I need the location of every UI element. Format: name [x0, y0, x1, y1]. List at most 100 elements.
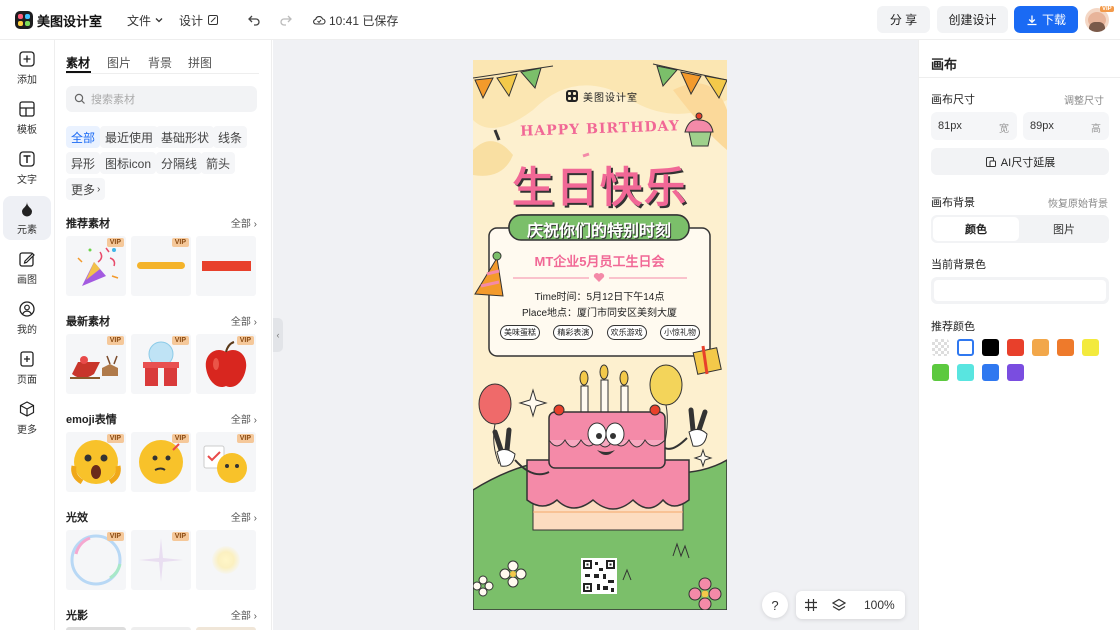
see-all-link[interactable]: 全部 › — [231, 509, 257, 524]
poster-tag[interactable]: 欢乐游戏 — [606, 325, 647, 340]
asset-thumb-glow[interactable] — [196, 530, 256, 590]
adjust-size-link[interactable]: 调整尺寸 — [1064, 92, 1104, 107]
cloud-icon — [313, 16, 326, 25]
file-menu[interactable]: 文件 — [127, 0, 164, 40]
shapes-icon — [22, 202, 32, 217]
poster-tag[interactable]: 小惊礼物 — [659, 325, 700, 340]
grid-icon[interactable] — [804, 598, 818, 612]
swatch-yellow[interactable] — [1082, 339, 1099, 356]
see-all-link[interactable]: 全部 › — [231, 215, 257, 230]
poster-brand[interactable]: 美图设计室 — [583, 89, 638, 104]
create-design-button[interactable]: 创建设计 — [937, 6, 1008, 33]
asset-thumb-emoji-thinking[interactable]: VIP — [131, 432, 191, 492]
chip-icons[interactable]: 图标icon — [100, 152, 157, 174]
rail-elements[interactable]: 元素 — [3, 196, 51, 240]
app-logo[interactable]: 美图设计室 — [15, 0, 102, 40]
swatch-white[interactable] — [957, 339, 974, 356]
collapse-panel-button[interactable]: ‹ — [273, 318, 283, 352]
width-field[interactable]: 81px 宽 — [931, 112, 1017, 140]
layers-icon[interactable] — [832, 598, 846, 612]
asset-thumb-sleigh[interactable]: VIP — [66, 334, 126, 394]
vip-badge: VIP — [236, 336, 254, 345]
poster-headline[interactable]: 生日快乐 — [473, 154, 727, 215]
segment-image[interactable]: 图片 — [1021, 217, 1107, 241]
poster-tag[interactable]: 精彩表演 — [553, 325, 594, 340]
rail-pages[interactable]: 页面 — [3, 346, 51, 390]
rail-template[interactable]: 模板 — [3, 96, 51, 140]
search-icon — [74, 93, 85, 104]
poster-tag[interactable]: 美味蛋糕 — [500, 325, 540, 340]
chip-basic-shapes[interactable]: 基础形状 — [156, 126, 215, 148]
canvas-area[interactable]: 美图设计室 HAPPY BIRTHDAY 生日快乐 庆祝你们的特别时刻 MT企业… — [273, 40, 918, 630]
design-menu[interactable]: 设计 — [179, 0, 219, 40]
swatch-purple[interactable] — [1007, 364, 1024, 381]
chip-lines[interactable]: 线条 — [213, 126, 248, 148]
redo-icon — [280, 15, 292, 26]
ai-extend-button[interactable]: AI尺寸延展 — [931, 148, 1109, 175]
share-button[interactable]: 分 享 — [877, 6, 930, 33]
see-all-label: 全部 — [230, 219, 251, 230]
poster-time[interactable]: Time时间：5月12日下午14点 — [489, 288, 710, 303]
see-all-link[interactable]: 全部 › — [231, 411, 257, 426]
template-icon — [19, 101, 35, 117]
chevron-left-icon: ‹ — [276, 330, 280, 340]
search-input[interactable]: 搜索素材 — [66, 86, 257, 112]
swatch-orange[interactable] — [1057, 339, 1074, 356]
chip-irregular[interactable]: 异形 — [66, 152, 101, 174]
vip-badge: VIP — [171, 532, 189, 541]
asset-thumb-yellow-stroke[interactable]: VIP — [131, 236, 191, 296]
swatch-transparent[interactable] — [932, 339, 949, 356]
undo-button[interactable] — [247, 0, 261, 40]
tab-images[interactable]: 图片 — [107, 54, 131, 71]
chip-all[interactable]: 全部 — [66, 126, 101, 148]
rail-draw[interactable]: 画图 — [3, 246, 51, 290]
swatch-cyan[interactable] — [957, 364, 974, 381]
tab-assets[interactable]: 素材 — [66, 54, 90, 71]
swatch-red[interactable] — [1007, 339, 1024, 356]
asset-thumb-party-popper[interactable]: VIP — [66, 236, 126, 296]
canvas-toolbar: 100% — [796, 591, 905, 619]
swatch-blue[interactable] — [982, 364, 999, 381]
vip-badge: VIP — [106, 434, 124, 443]
chip-arrows[interactable]: 箭头 — [201, 152, 236, 174]
asset-thumb-sparkle[interactable]: VIP — [131, 530, 191, 590]
asset-thumb-gift-globe[interactable]: VIP — [131, 334, 191, 394]
chip-more[interactable]: 更多 › — [66, 178, 106, 200]
current-bg-swatch[interactable] — [931, 277, 1109, 304]
poster-canvas[interactable]: 美图设计室 HAPPY BIRTHDAY 生日快乐 庆祝你们的特别时刻 MT企业… — [473, 60, 727, 610]
chip-dividers[interactable]: 分隔线 — [156, 152, 203, 174]
chip-recent[interactable]: 最近使用 — [100, 126, 159, 148]
rail-mine[interactable]: 我的 — [3, 296, 51, 340]
segment-color[interactable]: 颜色 — [933, 217, 1019, 241]
edit-icon — [208, 15, 219, 25]
swatch-light-orange[interactable] — [1032, 339, 1049, 356]
chevron-right-icon: › — [97, 183, 101, 195]
restore-bg-link[interactable]: 恢复原始背景 — [1048, 195, 1108, 210]
rail-more[interactable]: 更多 — [3, 396, 51, 440]
asset-thumb-emoji-chick[interactable]: VIP — [196, 432, 256, 492]
asset-thumb-bubble[interactable]: VIP — [66, 530, 126, 590]
rail-text[interactable]: 文字 — [3, 146, 51, 190]
zoom-level[interactable]: 100% — [864, 598, 895, 612]
rail-add[interactable]: 添加 — [3, 46, 51, 90]
asset-thumb-red-bar[interactable] — [196, 236, 256, 296]
height-field[interactable]: 89px 高 — [1023, 112, 1109, 140]
tab-collage[interactable]: 拼图 — [188, 54, 212, 71]
asset-thumb-apple[interactable]: VIP — [196, 334, 256, 394]
download-button[interactable]: 下载 — [1014, 6, 1078, 33]
text-icon — [19, 151, 35, 167]
swatch-black[interactable] — [982, 339, 999, 356]
redo-button[interactable] — [279, 0, 293, 40]
swatch-green[interactable] — [932, 364, 949, 381]
search-placeholder: 搜索素材 — [91, 94, 135, 106]
poster-event[interactable]: MT企业5月员工生日会 — [489, 251, 710, 270]
see-all-link[interactable]: 全部 › — [231, 313, 257, 328]
poster-place[interactable]: Place地点：厦门市同安区美刻大厦 — [489, 304, 710, 319]
see-all-label: 全部 — [230, 611, 251, 622]
see-all-link[interactable]: 全部 › — [231, 607, 257, 622]
asset-thumb-emoji-shocked[interactable]: VIP — [66, 432, 126, 492]
poster-banner[interactable]: 庆祝你们的特别时刻 — [509, 217, 689, 241]
see-all-label: 全部 — [230, 317, 251, 328]
help-button[interactable]: ? — [762, 592, 788, 618]
tab-backgrounds[interactable]: 背景 — [148, 54, 172, 71]
